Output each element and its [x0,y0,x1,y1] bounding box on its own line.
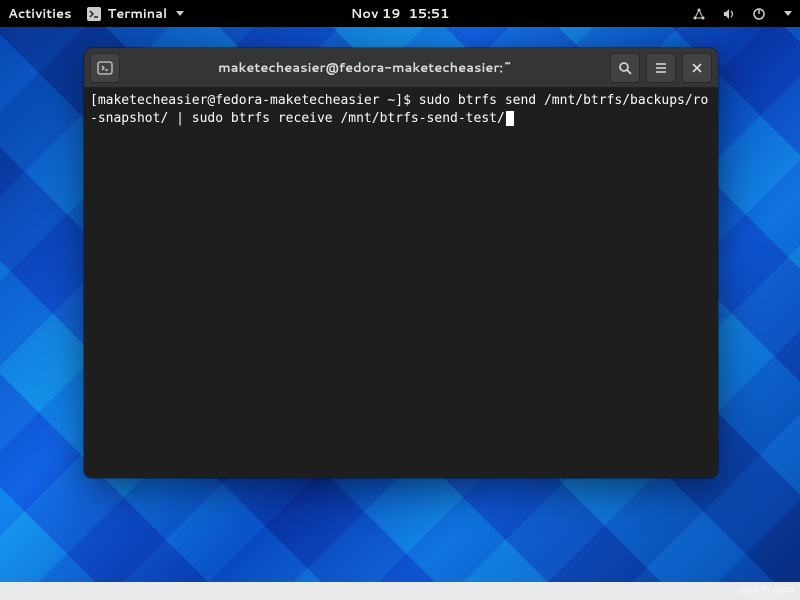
power-icon [751,6,767,22]
window-title: maketecheasier@fedora-maketecheasier:~ [126,59,604,77]
close-button[interactable] [682,53,712,83]
activities-button[interactable]: Activities [8,5,72,23]
search-button[interactable] [610,53,640,83]
shell-prompt: [maketecheasier@fedora-maketecheasier ~]… [90,93,419,108]
watermark: wsxdn.com [739,584,794,596]
panel-time: 15:51 [409,5,450,23]
new-tab-button[interactable] [90,53,120,83]
image-frame-border [0,582,800,600]
text-cursor [506,111,514,126]
gnome-top-panel: Activities Terminal Nov 19 15:51 [0,0,800,27]
terminal-output[interactable]: [maketecheasier@fedora-maketecheasier ~]… [84,88,718,478]
network-icon [691,6,707,22]
window-titlebar[interactable]: maketecheasier@fedora-maketecheasier:~ [84,48,718,88]
app-menu-label: Terminal [108,5,168,23]
chevron-down-icon [176,11,184,16]
hamburger-menu-button[interactable] [646,53,676,83]
volume-icon [721,6,737,22]
terminal-app-icon [86,6,102,22]
system-status-area[interactable] [691,6,792,22]
panel-date: Nov 19 [351,5,401,23]
clock[interactable]: Nov 19 15:51 [351,5,450,23]
chevron-down-icon [784,11,792,16]
terminal-window: maketecheasier@fedora-maketecheasier:~ [… [84,48,718,478]
app-menu[interactable]: Terminal [86,5,185,23]
